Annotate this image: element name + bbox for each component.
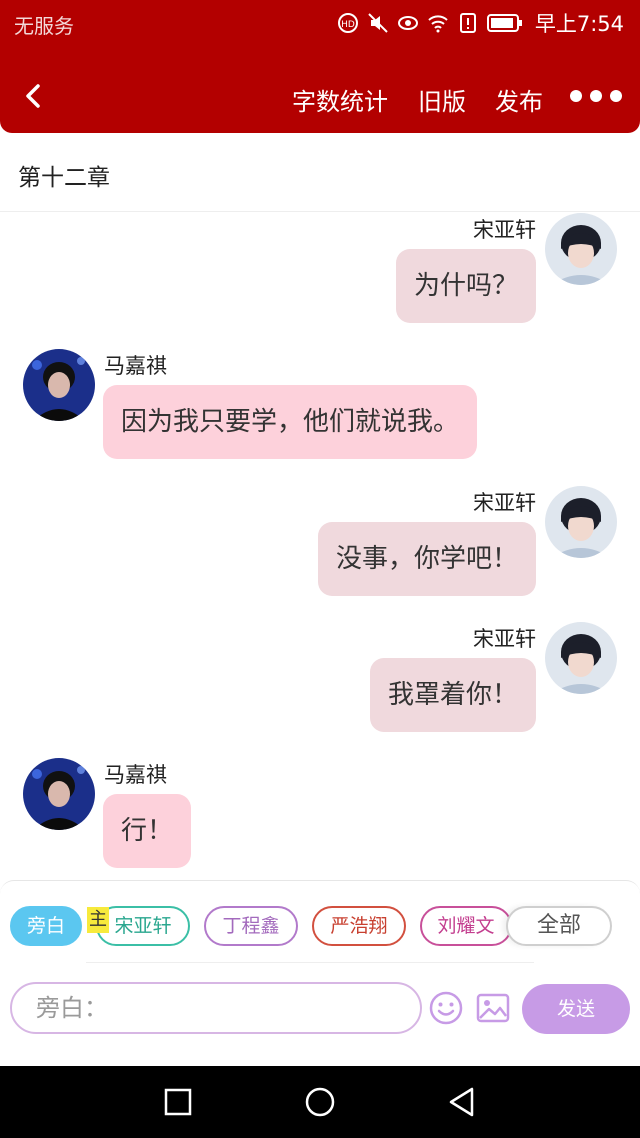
message-bubble[interactable]: 因为我只要学，他们就说我。 (103, 385, 478, 459)
send-button[interactable]: 发送 (522, 984, 630, 1034)
back-icon[interactable] (444, 1084, 480, 1120)
carrier-text: 无服务 (14, 14, 74, 38)
system-nav-bar (0, 1066, 640, 1138)
message-sender: 宋亚轩 (473, 627, 536, 651)
message-sender: 马嘉祺 (104, 354, 167, 378)
avatar[interactable] (23, 758, 95, 830)
svg-text:HD: HD (341, 20, 355, 30)
publish-button[interactable]: 发布 (495, 82, 543, 117)
old-version-button[interactable]: 旧版 (418, 82, 466, 117)
divider (86, 962, 534, 963)
status-icons: HD 早上7:54 (337, 8, 624, 38)
app-toolbar: 字数统计 旧版 发布 (0, 60, 640, 132)
message-bubble[interactable]: 我罩着你！ (369, 658, 536, 732)
clock-text: 早上7:54 (534, 12, 624, 36)
role-chip[interactable]: 丁程鑫 (204, 906, 298, 946)
message-bubble[interactable]: 行！ (103, 794, 192, 868)
all-roles-button[interactable]: 全部 (506, 906, 612, 946)
mute-icon (368, 13, 388, 33)
chapter-title[interactable]: 第十二章 (18, 158, 110, 192)
emoji-icon[interactable] (428, 990, 464, 1026)
image-icon[interactable] (475, 990, 511, 1026)
back-arrow-icon[interactable] (20, 80, 48, 112)
status-bar: 无服务 HD 早上7:54 (0, 0, 640, 44)
battery-icon (486, 14, 522, 32)
host-badge: 主 (87, 907, 109, 933)
avatar[interactable] (545, 622, 617, 694)
divider (0, 211, 640, 212)
sim-alert-icon (459, 13, 476, 33)
avatar[interactable] (545, 213, 617, 285)
eye-icon (397, 16, 418, 30)
avatar[interactable] (545, 486, 617, 558)
role-chip-narration[interactable]: 旁白 (10, 906, 82, 946)
role-chip[interactable]: 严浩翔 (312, 906, 406, 946)
avatar[interactable] (23, 349, 95, 421)
more-options-icon[interactable] (570, 88, 622, 104)
word-count-button[interactable]: 字数统计 (292, 82, 388, 117)
role-chip[interactable]: 宋亚轩 (96, 906, 190, 946)
message-bubble[interactable]: 为什吗？ (395, 249, 536, 323)
wifi-icon (428, 15, 448, 33)
message-sender: 宋亚轩 (473, 491, 536, 515)
message-bubble[interactable]: 没事，你学吧！ (317, 522, 536, 596)
home-icon[interactable] (302, 1084, 338, 1120)
role-chip[interactable]: 刘耀文 (420, 906, 512, 946)
recents-icon[interactable] (160, 1084, 196, 1120)
hd-icon: HD (337, 13, 358, 33)
message-sender: 马嘉祺 (104, 763, 167, 787)
message-sender: 宋亚轩 (473, 218, 536, 242)
message-input[interactable]: 旁白： (10, 982, 422, 1034)
